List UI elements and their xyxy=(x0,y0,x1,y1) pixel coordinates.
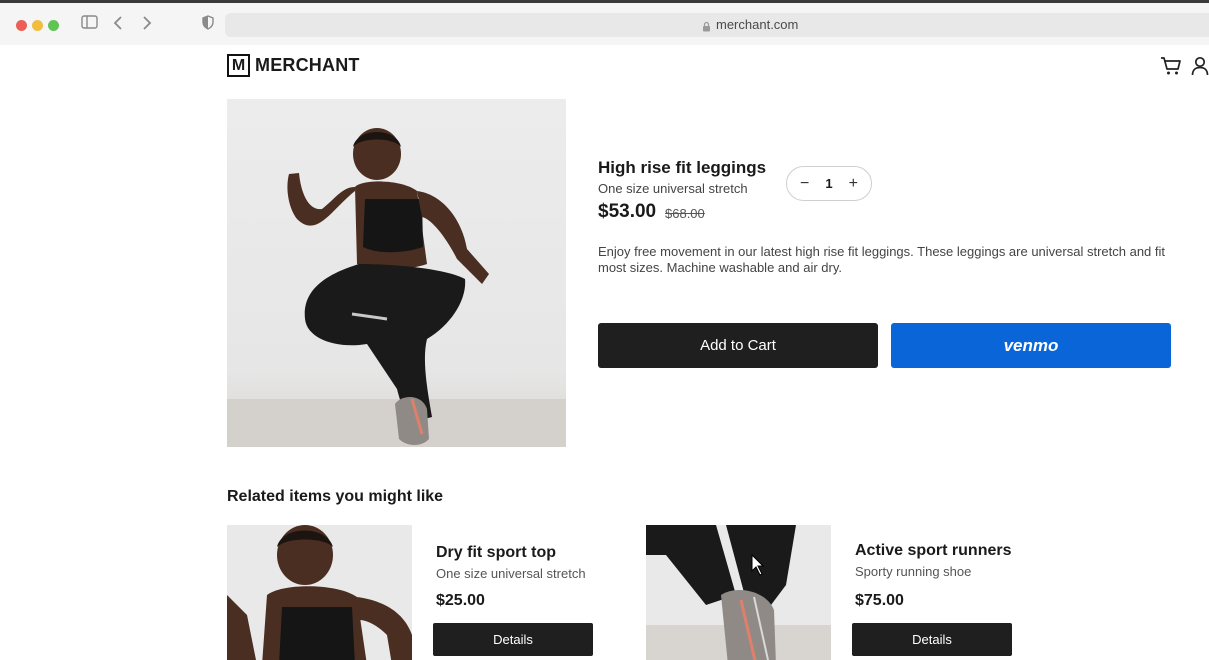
logo-text: MERCHANT xyxy=(255,55,360,75)
shield-icon[interactable] xyxy=(202,15,214,36)
quantity-value: 1 xyxy=(825,176,833,191)
increase-quantity-button[interactable]: + xyxy=(849,175,858,193)
product-title: High rise fit leggings xyxy=(598,158,767,177)
related-item-subtitle: Sporty running shoe xyxy=(855,564,972,579)
add-to-cart-button[interactable]: Add to Cart xyxy=(598,323,878,368)
cart-icon[interactable] xyxy=(1160,56,1182,81)
address-bar[interactable]: merchant.com xyxy=(225,13,1209,37)
related-item-image[interactable] xyxy=(227,525,412,660)
related-item-title[interactable]: Dry fit sport top xyxy=(436,544,556,562)
athlete-leggings-photo xyxy=(227,128,566,447)
chevron-left-icon[interactable] xyxy=(113,15,123,37)
related-item-subtitle: One size universal stretch xyxy=(436,566,586,581)
related-item-price: $75.00 xyxy=(855,592,904,609)
minimize-window-button[interactable] xyxy=(32,20,43,31)
sidebar-icon[interactable] xyxy=(81,15,98,35)
product-image xyxy=(227,99,566,447)
decrease-quantity-button[interactable]: − xyxy=(800,175,809,193)
related-item-image[interactable] xyxy=(646,525,831,660)
venmo-button[interactable]: venmo xyxy=(891,323,1171,368)
product-subtitle: One size universal stretch xyxy=(598,181,748,196)
close-window-button[interactable] xyxy=(16,20,27,31)
related-items-heading: Related items you might like xyxy=(227,488,444,505)
product-original-price: $68.00 xyxy=(665,206,705,221)
url-text: merchant.com xyxy=(716,17,799,32)
lock-icon xyxy=(702,19,711,37)
details-button[interactable]: Details xyxy=(433,623,593,656)
sport-top-photo xyxy=(227,525,412,660)
related-item-title[interactable]: Active sport runners xyxy=(855,542,1011,560)
logo-mark: M xyxy=(227,54,250,77)
quantity-stepper: − 1 + xyxy=(786,166,872,201)
merchant-logo[interactable]: M MERCHANT xyxy=(227,54,360,77)
product-price: $53.00 xyxy=(598,201,657,222)
chevron-right-icon[interactable] xyxy=(142,15,152,37)
browser-toolbar: merchant.com xyxy=(0,3,1209,45)
user-icon[interactable] xyxy=(1191,56,1209,81)
maximize-window-button[interactable] xyxy=(48,20,59,31)
runners-photo xyxy=(646,525,831,660)
product-description: Enjoy free movement in our latest high r… xyxy=(598,244,1166,275)
details-button[interactable]: Details xyxy=(852,623,1012,656)
related-item-price: $25.00 xyxy=(436,592,485,609)
